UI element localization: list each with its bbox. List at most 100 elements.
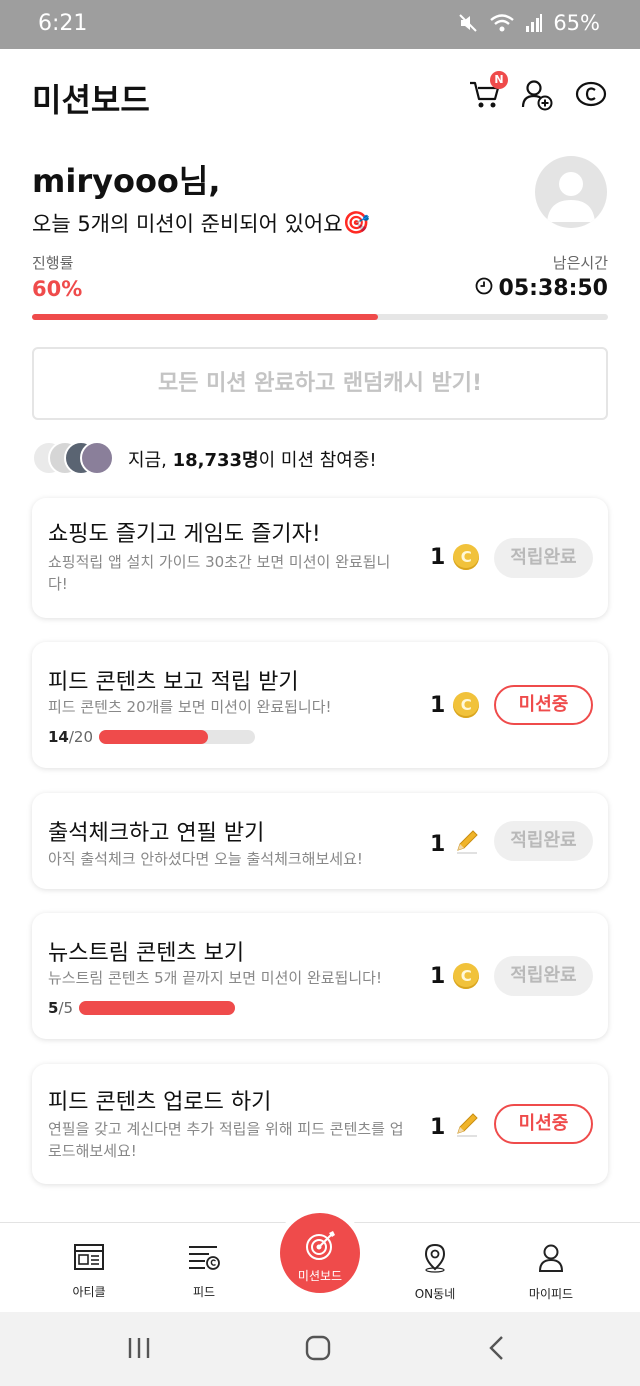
- system-nav-bar: [0, 1312, 640, 1386]
- count-total: /5: [58, 999, 74, 1017]
- cash-button[interactable]: [574, 77, 610, 113]
- add-friend-icon: [520, 80, 554, 115]
- cart-badge: N: [490, 71, 508, 89]
- recent-apps-icon: [128, 1338, 150, 1358]
- mission-state-button[interactable]: 미션중: [494, 1104, 593, 1144]
- mission-card-shopping[interactable]: 쇼핑도 즐기고 게임도 즐기자! 쇼핑적립 앱 설치 가이드 30초간 보면 미…: [32, 498, 608, 618]
- pencil-icon: [453, 827, 481, 861]
- mission-progress-bar: [99, 730, 256, 744]
- count-current: 5: [48, 999, 59, 1017]
- cart-button[interactable]: N: [468, 71, 508, 115]
- mission-description: 뉴스트림 콘텐츠 5개 끝까지 보면 미션이 완료됩니다!: [48, 969, 382, 987]
- nav-on-dongne-label: ON동네: [414, 1287, 456, 1301]
- mission-title: 출석체크하고 연필 받기: [48, 821, 265, 846]
- participants-count: 18,733명: [172, 450, 259, 471]
- count-total: /20: [68, 728, 94, 746]
- complete-all-button[interactable]: 모든 미션 완료하고 랜덤캐시 받기!: [32, 347, 608, 420]
- reward-amount: 1: [430, 963, 446, 989]
- mission-state-button[interactable]: 적립완료: [494, 821, 593, 861]
- feed-icon: [149, 1243, 259, 1275]
- mission-count: 14/20: [48, 728, 256, 746]
- count-current: 14: [48, 728, 69, 746]
- mission-reward: 1: [430, 544, 480, 570]
- mission-card-newstream[interactable]: 뉴스트림 콘텐츠 보기 뉴스트림 콘텐츠 5개 끝까지 보면 미션이 완료됩니다…: [32, 913, 608, 1039]
- coin-icon: [453, 544, 480, 570]
- mission-description: 쇼핑적립 앱 설치 가이드 30초간 보면 미션이 완료됩니다!: [48, 553, 391, 593]
- mission-description: 피드 콘텐츠 20개를 보면 미션이 완료됩니다!: [48, 698, 332, 716]
- user-name: miryooo님,: [32, 162, 221, 200]
- progress-label: 진행률: [32, 254, 74, 272]
- remaining-time: 남은시간 05:38:50: [475, 252, 608, 301]
- nav-article[interactable]: 아티클: [34, 1223, 144, 1313]
- remaining-time-value: 05:38:50: [498, 276, 608, 301]
- participant-avatar: [80, 441, 114, 475]
- nav-missionboard[interactable]: 미션보드: [280, 1213, 360, 1293]
- mission-title: 쇼핑도 즐기고 게임도 즐기자!: [48, 522, 321, 547]
- mission-state-button[interactable]: 적립완료: [494, 538, 593, 578]
- mission-reward: 1: [430, 827, 481, 861]
- reward-amount: 1: [430, 544, 446, 570]
- home-button[interactable]: [304, 1334, 332, 1366]
- nav-on-dongne[interactable]: ON동네: [380, 1223, 490, 1313]
- mission-title: 피드 콘텐츠 업로드 하기: [48, 1090, 272, 1115]
- greeting-message: 오늘 5개의 미션이 준비되어 있어요: [32, 212, 343, 236]
- status-time: 6:21: [38, 11, 88, 36]
- remaining-value-row: 05:38:50: [475, 276, 608, 301]
- coin-icon: [453, 963, 480, 989]
- nav-missionboard-label: 미션보드: [297, 1269, 343, 1283]
- mission-state-button[interactable]: 적립완료: [494, 956, 593, 996]
- target-emoji: 🎯: [342, 210, 370, 236]
- mission-progress-fill: [79, 1001, 236, 1015]
- wifi-icon: [489, 12, 515, 34]
- mission-progress-fill: [99, 730, 209, 744]
- mission-reward: 1: [430, 692, 480, 718]
- greeting: miryooo님, 오늘 5개의 미션이 준비되어 있어요 🎯: [32, 156, 370, 238]
- nav-article-label: 아티클: [72, 1285, 106, 1299]
- mission-reward: 1: [430, 1110, 481, 1144]
- mission-count: 5/5: [48, 999, 236, 1017]
- mission-title: 뉴스트림 콘텐츠 보기: [48, 941, 245, 966]
- mission-card-attendance[interactable]: 출석체크하고 연필 받기 아직 출석체크 안하셨다면 오늘 출석체크해보세요! …: [32, 793, 608, 889]
- clock-icon: [475, 276, 493, 301]
- person-icon: [496, 1243, 606, 1277]
- reward-amount: 1: [430, 692, 446, 718]
- cash-icon: [574, 81, 608, 115]
- cart-icon: [468, 81, 502, 115]
- greeting-message-row: 오늘 5개의 미션이 준비되어 있어요 🎯: [32, 208, 370, 238]
- status-bar: 6:21 65%: [0, 0, 640, 49]
- mission-card-feed-view[interactable]: 피드 콘텐츠 보고 적립 받기 피드 콘텐츠 20개를 보면 미션이 완료됩니다…: [32, 642, 608, 768]
- nav-myfeed-label: 마이피드: [528, 1287, 574, 1301]
- mission-description: 아직 출석체크 안하셨다면 오늘 출석체크해보세요!: [48, 850, 363, 868]
- mission-description: 연필을 갖고 계신다면 추가 적립을 위해 피드 콘텐츠를 업로드해보세요!: [48, 1120, 404, 1160]
- participants-row: 지금, 18,733명이 미션 참여중!: [32, 441, 377, 477]
- mission-title: 피드 콘텐츠 보고 적립 받기: [48, 670, 299, 695]
- add-friend-button[interactable]: [520, 77, 556, 113]
- avatar-icon: [547, 172, 595, 222]
- participants-prefix: 지금,: [128, 450, 173, 471]
- mission-progress-bar: [79, 1001, 236, 1015]
- reward-amount: 1: [430, 831, 446, 857]
- progress-rate: 진행률 60%: [32, 252, 82, 301]
- back-button[interactable]: [486, 1334, 508, 1366]
- status-icons: 65%: [457, 11, 600, 35]
- avatar[interactable]: [535, 156, 607, 228]
- coin-icon: [453, 692, 480, 718]
- nav-feed-label: 피드: [192, 1285, 216, 1299]
- participant-avatars: [32, 441, 124, 477]
- recent-apps-button[interactable]: [126, 1334, 152, 1366]
- page-title: 미션보드: [32, 81, 150, 119]
- back-icon: [489, 1336, 503, 1360]
- reward-amount: 1: [430, 1114, 446, 1140]
- progress-percent: 60%: [32, 277, 83, 301]
- mission-card-feed-upload[interactable]: 피드 콘텐츠 업로드 하기 연필을 갖고 계신다면 추가 적립을 위해 피드 콘…: [32, 1064, 608, 1184]
- progress-bar-fill: [32, 314, 378, 320]
- mute-icon: [457, 12, 479, 34]
- mission-reward: 1: [430, 963, 480, 989]
- article-icon: [34, 1243, 144, 1275]
- mission-state-button[interactable]: 미션중: [494, 685, 593, 725]
- nav-myfeed[interactable]: 마이피드: [496, 1223, 606, 1313]
- battery-text: 65%: [553, 11, 600, 35]
- app-header: 미션보드 N: [0, 49, 640, 145]
- remaining-label: 남은시간: [552, 254, 608, 272]
- nav-feed[interactable]: 피드: [149, 1223, 259, 1313]
